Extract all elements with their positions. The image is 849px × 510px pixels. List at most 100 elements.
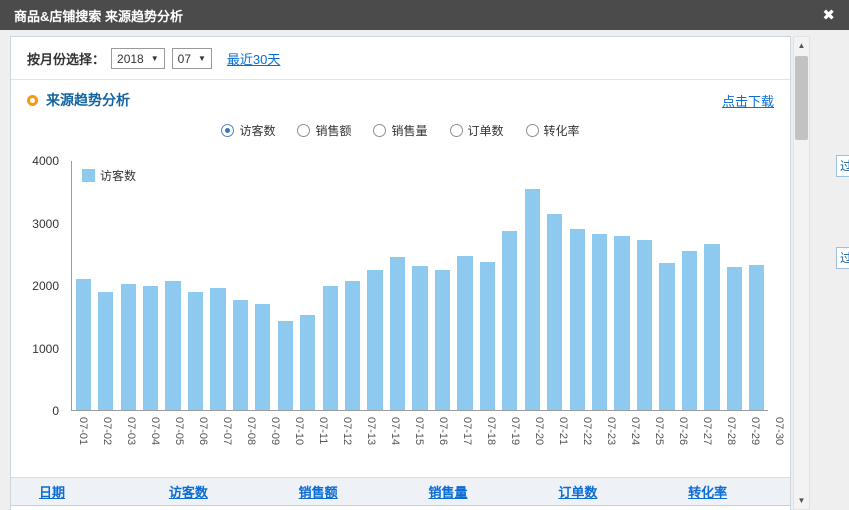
y-axis-tick-label: 1000 [32,342,59,356]
x-axis-label: 07-16 [437,417,449,445]
bar [592,234,607,410]
x-axis-label: 07-17 [461,417,473,445]
month-select-label: 按月份选择： [27,49,105,68]
x-axis-label: 07-09 [269,417,281,445]
x-axis-label: 07-19 [509,417,521,445]
radio-label: 访客数 [239,122,275,139]
bar [300,315,315,410]
bar [255,304,270,410]
radio-sales-volume[interactable]: 销售量 [373,122,427,139]
chevron-down-icon: ▼ [198,54,206,63]
bar [390,257,405,410]
y-axis-tick-label: 4000 [32,154,59,168]
month-select[interactable]: 07 ▼ [172,48,212,69]
vertical-scrollbar[interactable]: ▲ ▼ [793,36,810,510]
radio-label: 转化率 [544,122,580,139]
bar [525,189,540,410]
x-axis-label: 07-04 [149,417,161,445]
table-header-orders[interactable]: 订单数 [530,482,660,501]
table-header-sales-amount[interactable]: 销售额 [271,482,401,501]
trend-bar-chart: 01000200030004000 访客数 07-0107-0207-0307-… [25,147,776,459]
dialog-title: 商品&店铺搜索 来源趋势分析 [14,6,183,25]
radio-visitors[interactable]: 访客数 [221,122,275,139]
x-axis-label: 07-07 [221,417,233,445]
bar [704,244,719,410]
radio-sales-amount[interactable]: 销售额 [297,122,351,139]
close-icon[interactable]: ✖ [822,8,835,23]
bars [72,161,768,410]
bar [435,270,450,410]
y-axis: 01000200030004000 [25,161,67,411]
recent-30-days-link[interactable]: 最近30天 [227,49,280,68]
bar [412,266,427,410]
table-header-conversion-rate[interactable]: 转化率 [660,482,790,501]
chevron-down-icon: ▼ [151,54,159,63]
radio-icon [450,124,463,137]
bar [659,263,674,410]
bar [637,240,652,410]
bar [188,292,203,410]
y-axis-tick-label: 3000 [32,217,59,231]
bar [502,231,517,410]
x-axis-label: 07-15 [413,417,425,445]
x-axis-label: 07-30 [773,417,785,445]
scrollbar-thumb[interactable] [795,56,808,140]
x-axis-label: 07-29 [749,417,761,445]
radio-icon [373,124,386,137]
bar [682,251,697,410]
bar [98,292,113,410]
x-axis-label: 07-22 [581,417,593,445]
plot-area: 访客数 [71,161,768,411]
radio-icon [526,124,539,137]
x-axis-labels: 07-0107-0207-0307-0407-0507-0607-0707-08… [71,413,768,445]
radio-icon [297,124,310,137]
chart-legend: 访客数 [82,167,136,184]
x-axis-label: 07-23 [605,417,617,445]
bar [278,321,293,410]
bar [480,262,495,410]
x-axis-label: 07-21 [557,417,569,445]
x-axis-label: 07-01 [77,417,89,445]
radio-conversion-rate[interactable]: 转化率 [526,122,580,139]
download-link[interactable]: 点击下载 [722,91,774,110]
dialog-titlebar: 商品&店铺搜索 来源趋势分析 ✖ [0,0,849,30]
scroll-up-icon[interactable]: ▲ [794,37,809,54]
x-axis-label: 07-24 [629,417,641,445]
radio-label: 订单数 [468,122,504,139]
side-tab-1[interactable]: 过 [836,155,849,177]
table-header-date[interactable]: 日期 [11,482,141,501]
x-axis-label: 07-06 [197,417,209,445]
bar [323,286,338,411]
radio-label: 销售量 [391,122,427,139]
x-axis-label: 07-28 [725,417,737,445]
x-axis-label: 07-20 [533,417,545,445]
x-axis-label: 07-25 [653,417,665,445]
bar [121,284,136,410]
table-header-sales-volume[interactable]: 销售量 [400,482,530,501]
bar [547,214,562,410]
x-axis-label: 07-02 [101,417,113,445]
bar [614,236,629,410]
side-tab-2[interactable]: 过 [836,247,849,269]
x-axis-label: 07-05 [173,417,185,445]
bar [76,279,91,410]
year-select-value: 2018 [117,52,144,66]
x-axis-label: 07-08 [245,417,257,445]
bar [143,286,158,411]
x-axis-label: 07-18 [485,417,497,445]
year-select[interactable]: 2018 ▼ [111,48,165,69]
bar [457,256,472,410]
scroll-down-icon[interactable]: ▼ [794,492,809,509]
x-axis-label: 07-10 [293,417,305,445]
table-header-row: 日期 访客数 销售额 销售量 订单数 转化率 [11,477,790,506]
bar [749,265,764,410]
bar [165,281,180,410]
x-axis-label: 07-14 [389,417,401,445]
radio-orders[interactable]: 订单数 [450,122,504,139]
x-axis-label: 07-12 [341,417,353,445]
x-axis-label: 07-26 [677,417,689,445]
table-header-visitors[interactable]: 访客数 [141,482,271,501]
bar [233,300,248,410]
section-header: 来源趋势分析 点击下载 [11,80,790,116]
radio-label: 销售额 [315,122,351,139]
